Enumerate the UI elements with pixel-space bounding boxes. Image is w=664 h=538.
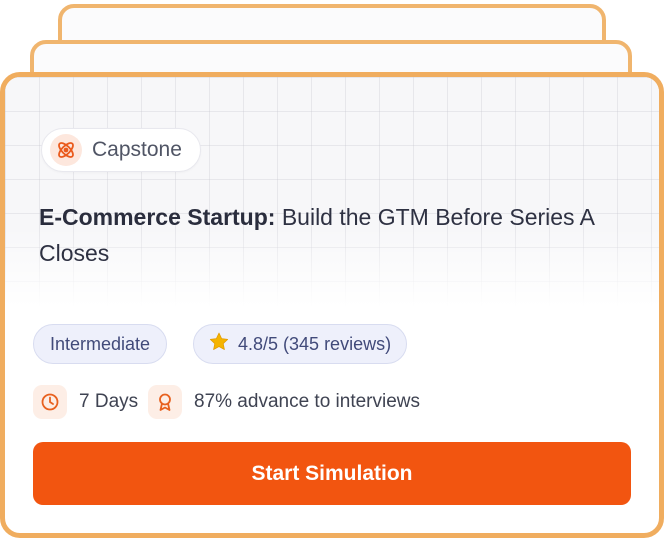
- card-hero-grid: [5, 77, 659, 307]
- simulation-title: E-Commerce Startup: Build the GTM Before…: [39, 199, 599, 271]
- rating-text: 4.8/5 (345 reviews): [238, 333, 392, 354]
- difficulty-label: Intermediate: [50, 333, 151, 354]
- capstone-label: Capstone: [92, 138, 182, 161]
- simulation-card: Capstone E-Commerce Startup: Build the G…: [0, 72, 664, 538]
- title-company: E-Commerce Startup:: [39, 204, 276, 230]
- capstone-atom-icon: [50, 134, 82, 166]
- rating-badge: 4.8/5 (345 reviews): [193, 324, 408, 364]
- clock-icon: [33, 385, 67, 419]
- start-simulation-button[interactable]: Start Simulation: [33, 442, 631, 505]
- capstone-tag: Capstone: [41, 128, 201, 172]
- difficulty-badge: Intermediate: [33, 324, 168, 364]
- outcome-info: 87% advance to interviews: [148, 382, 420, 422]
- star-icon: [208, 331, 230, 358]
- outcome-text: 87% advance to interviews: [194, 391, 421, 412]
- duration-text: 7 Days: [79, 391, 139, 412]
- duration-info: 7 Days: [33, 382, 138, 422]
- award-ribbon-icon: [148, 385, 182, 419]
